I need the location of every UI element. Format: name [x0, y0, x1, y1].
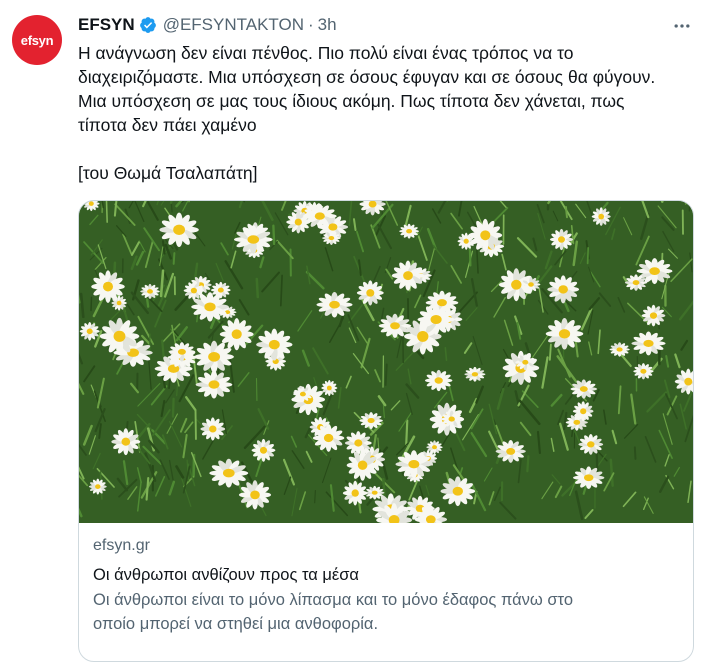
- card-image-daisies[interactable]: [79, 201, 693, 523]
- card-description-line: Οι άνθρωποι είναι το μόνο λίπασμα και το…: [93, 589, 679, 611]
- card-domain: efsyn.gr: [93, 535, 679, 557]
- separator-dot: ·: [308, 15, 314, 35]
- link-card[interactable]: efsyn.gr Οι άνθρωποι ανθίζουν προς τα μέ…: [78, 200, 694, 662]
- more-options-button[interactable]: [670, 14, 694, 38]
- avatar[interactable]: efsyn: [12, 15, 62, 65]
- tweet-text-line: Η ανάγνωση δεν είναι πένθος. Πιο πολύ εί…: [78, 41, 698, 65]
- card-meta: efsyn.gr Οι άνθρωποι ανθίζουν προς τα μέ…: [79, 523, 693, 635]
- verified-badge-icon: [139, 16, 157, 34]
- card-description-line: οποίο μπορεί να στηθεί μια ανθοφορία.: [93, 613, 679, 635]
- tweet-text-line: Μια υπόσχεση σε μας τους ίδιους ακόμη. Π…: [78, 89, 698, 113]
- tweet-header: EFSYN @EFSYNTAKTON · 3h: [78, 14, 337, 36]
- tweet-text-line: διαχειριζόμαστε. Μια υπόσχεση σε όσους έ…: [78, 65, 698, 89]
- display-name[interactable]: EFSYN: [78, 15, 135, 35]
- more-options-icon: [672, 16, 692, 36]
- tweet-text-line: τίποτα δεν πάει χαμένο: [78, 113, 698, 137]
- tweet[interactable]: efsyn EFSYN @EFSYNTAKTON · 3h Η ανάγνωση…: [0, 0, 702, 642]
- tweet-attribution: [του Θωμά Τσαλαπάτη]: [78, 161, 698, 185]
- tweet-text: Η ανάγνωση δεν είναι πένθος. Πιο πολύ εί…: [78, 41, 698, 185]
- timestamp[interactable]: 3h: [318, 15, 337, 35]
- card-title: Οι άνθρωποι ανθίζουν προς τα μέσα: [93, 563, 679, 587]
- avatar-logo-text: efsyn: [21, 33, 53, 48]
- handle[interactable]: @EFSYNTAKTON: [163, 15, 304, 35]
